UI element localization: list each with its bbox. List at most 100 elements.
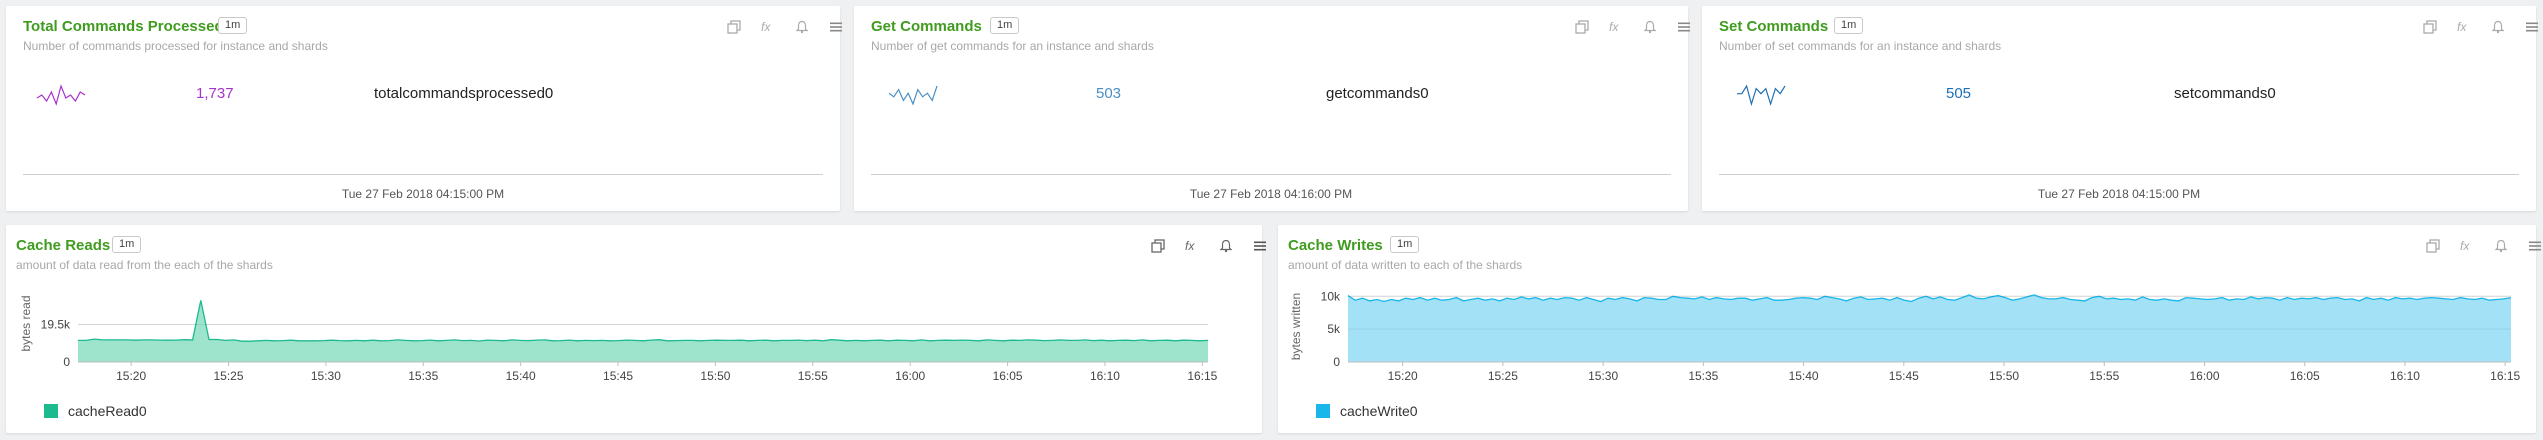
sparkline <box>1737 84 1786 106</box>
bell-icon[interactable] <box>2488 17 2508 37</box>
y-tick-label: 5k <box>1327 322 1341 336</box>
stat-label: totalcommandsprocessed0 <box>374 85 554 102</box>
duplicate-icon[interactable] <box>1572 17 1592 37</box>
bell-icon[interactable] <box>792 17 812 37</box>
y-tick-label: 0 <box>1333 355 1340 369</box>
divider <box>23 174 823 175</box>
y-axis-label: bytes read <box>19 295 33 351</box>
x-tick-label: 15:50 <box>1989 369 2019 383</box>
x-tick-label: 15:20 <box>1388 369 1418 383</box>
function-icon[interactable]: fx <box>2454 17 2474 37</box>
interval-badge[interactable]: 1m <box>1390 236 1420 253</box>
sparkline-path <box>36 84 86 106</box>
panel-toolbar: fx <box>2420 17 2542 37</box>
panel-toolbar: fx <box>1148 236 1270 256</box>
panel-toolbar: fx <box>1572 17 1694 37</box>
panel-subtitle: Number of get commands for an instance a… <box>871 39 1154 53</box>
panel-toolbar: fx <box>724 17 846 37</box>
function-icon[interactable]: fx <box>1182 236 1202 256</box>
menu-icon[interactable] <box>2525 236 2543 256</box>
x-tick-label: 15:20 <box>116 369 146 383</box>
x-tick-label: 16:15 <box>1187 369 1217 383</box>
sparkline <box>36 84 86 106</box>
divider <box>871 174 1671 175</box>
x-tick-label: 16:15 <box>2490 369 2520 383</box>
x-tick-label: 15:40 <box>1789 369 1819 383</box>
x-tick-label: 15:50 <box>700 369 730 383</box>
x-tick-label: 15:45 <box>603 369 633 383</box>
x-tick-label: 16:05 <box>2290 369 2320 383</box>
svg-text:fx: fx <box>1609 20 1619 34</box>
function-icon[interactable]: fx <box>758 17 778 37</box>
panel-title: Total Commands Processed <box>23 18 224 35</box>
menu-icon[interactable] <box>1674 17 1694 37</box>
y-axis-label: bytes written <box>1289 293 1303 360</box>
function-icon[interactable]: fx <box>1606 17 1626 37</box>
sparkline <box>888 85 938 106</box>
y-tick-label: 0 <box>63 355 70 369</box>
timestamp: Tue 27 Feb 2018 04:16:00 PM <box>1189 187 1353 201</box>
interval-badge[interactable]: 1m <box>1834 17 1864 34</box>
x-tick-label: 15:35 <box>1688 369 1718 383</box>
function-icon[interactable]: fx <box>2457 236 2477 256</box>
y-tick-label: 19.5k <box>41 317 71 331</box>
duplicate-icon[interactable] <box>2420 17 2440 37</box>
panel-title: Cache Writes <box>1288 237 1383 254</box>
bell-icon[interactable] <box>2491 236 2511 256</box>
series-area <box>78 300 1208 362</box>
area-chart[interactable]: 0 19.5k 15:20 15:25 15:30 15:35 15:40 15:45 15:5… <box>6 281 1262 389</box>
x-tick-label: 15:45 <box>1889 369 1919 383</box>
x-tick-label: 16:10 <box>2390 369 2420 383</box>
interval-badge[interactable]: 1m <box>112 236 142 253</box>
duplicate-icon[interactable] <box>2423 236 2443 256</box>
panel-subtitle: Number of commands processed for instanc… <box>23 39 328 53</box>
stat-value: 505 <box>1946 85 1972 102</box>
interval-badge[interactable]: 1m <box>218 17 248 34</box>
legend[interactable]: cacheRead0 <box>44 403 147 419</box>
area-chart[interactable]: 0 5k 10k 15:20 15:25 15:30 15:35 15:40 15:45 15:5… <box>1278 281 2536 389</box>
stat-panel-total-commands: Total Commands Processed 1m Number of co… <box>6 6 842 211</box>
stat-label: getcommands0 <box>1326 85 1429 102</box>
menu-icon[interactable] <box>1250 236 1270 256</box>
x-tick-label: 16:05 <box>993 369 1023 383</box>
stat-panel-get-commands: Get Commands 1m Number of get commands f… <box>854 6 1690 211</box>
stat-label: setcommands0 <box>2174 85 2276 102</box>
panel-subtitle: Number of set commands for an instance a… <box>1719 39 2002 53</box>
x-tick-label: 15:30 <box>311 369 341 383</box>
menu-icon[interactable] <box>2522 17 2542 37</box>
svg-text:fx: fx <box>2460 239 2470 253</box>
timestamp: Tue 27 Feb 2018 04:15:00 PM <box>2037 187 2201 201</box>
x-tick-label: 15:30 <box>1588 369 1618 383</box>
sparkline-path <box>1737 84 1786 106</box>
stat-panel-set-commands: Set Commands 1m Number of set commands f… <box>1702 6 2538 211</box>
chart-panel-cache-writes: Cache Writes 1m amount of data written t… <box>1278 225 2541 433</box>
interval-badge[interactable]: 1m <box>990 17 1020 34</box>
sparkline-path <box>888 85 938 106</box>
x-tick-label: 15:35 <box>408 369 438 383</box>
duplicate-icon[interactable] <box>1148 236 1168 256</box>
legend-swatch <box>1316 404 1330 418</box>
series-line <box>78 300 1209 342</box>
x-tick-label: 15:25 <box>213 369 243 383</box>
svg-text:fx: fx <box>761 20 771 34</box>
x-tick-label: 16:10 <box>1090 369 1120 383</box>
stat-value: 1,737 <box>196 85 234 102</box>
bell-icon[interactable] <box>1216 236 1236 256</box>
svg-text:fx: fx <box>2457 20 2467 34</box>
x-tick-label: 15:55 <box>2089 369 2119 383</box>
duplicate-icon[interactable] <box>724 17 744 37</box>
y-tick-label: 10k <box>1321 289 1341 303</box>
panel-title: Set Commands <box>1719 18 1829 35</box>
x-tick-label: 16:00 <box>2189 369 2219 383</box>
menu-icon[interactable] <box>826 17 846 37</box>
legend-label: cacheRead0 <box>68 403 147 419</box>
x-tick-label: 15:40 <box>506 369 536 383</box>
panel-title: Cache Reads <box>16 237 111 254</box>
legend[interactable]: cacheWrite0 <box>1316 403 1418 419</box>
panel-toolbar: fx <box>2423 236 2543 256</box>
x-tick-label: 16:00 <box>895 369 925 383</box>
legend-label: cacheWrite0 <box>1340 403 1418 419</box>
bell-icon[interactable] <box>1640 17 1660 37</box>
legend-swatch <box>44 404 58 418</box>
timestamp: Tue 27 Feb 2018 04:15:00 PM <box>341 187 505 201</box>
